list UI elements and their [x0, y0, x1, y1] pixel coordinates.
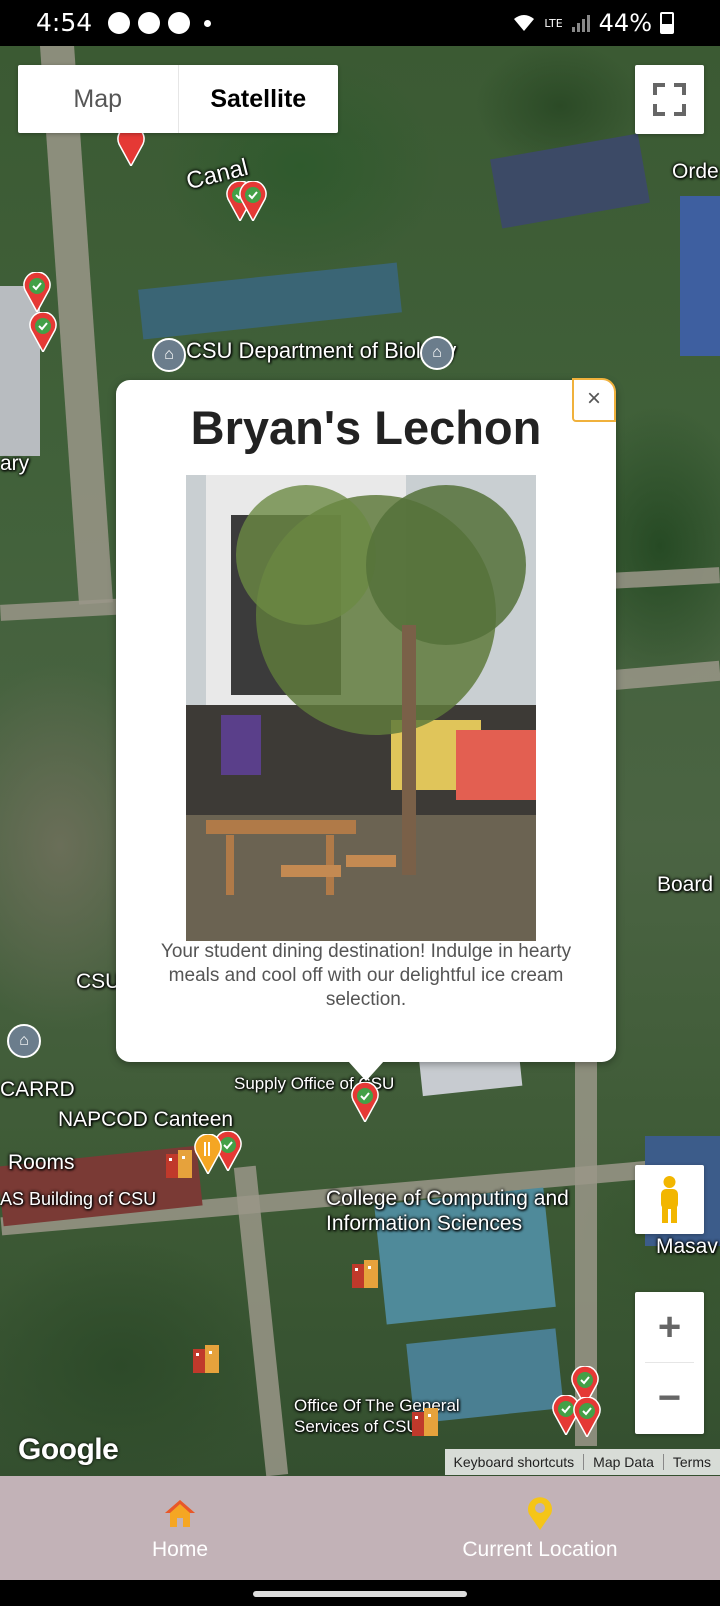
- map-label-carrd: CARRD: [0, 1078, 75, 1101]
- battery-percent: 44%: [598, 9, 652, 37]
- wifi-icon: [514, 15, 535, 31]
- map-type-control: Map Satellite: [18, 65, 338, 133]
- home-icon: [165, 1500, 195, 1527]
- nav-current-location-label: Current Location: [462, 1538, 618, 1561]
- map-building: [490, 133, 650, 229]
- zoom-in-button[interactable]: +: [635, 1292, 704, 1362]
- zoom-out-button[interactable]: −: [635, 1363, 704, 1433]
- status-right: LTE 44%: [512, 9, 674, 37]
- map-label-library: ary: [0, 452, 30, 475]
- building-icon[interactable]: [408, 1404, 442, 1438]
- map-pin-icon[interactable]: [572, 1397, 602, 1437]
- map-label-csu-biology: CSU Department of Biology: [186, 338, 457, 363]
- satellite-view-button[interactable]: Satellite: [179, 65, 339, 133]
- school-poi-icon[interactable]: ⌂: [420, 336, 454, 370]
- zoom-control: + −: [635, 1292, 704, 1434]
- map-label-gso: Office Of The General Services of CSU: [294, 1396, 460, 1436]
- building-icon[interactable]: [189, 1341, 223, 1375]
- home-gesture-handle[interactable]: [253, 1591, 467, 1597]
- map-label-order: Orde: [672, 160, 719, 183]
- map-label-ccis: College of Computing and Information Sci…: [326, 1187, 569, 1235]
- place-photo: [186, 475, 536, 941]
- notification-icon: [168, 12, 190, 34]
- street-view-button[interactable]: [635, 1165, 704, 1234]
- map-pin-icon[interactable]: [28, 312, 58, 352]
- map-attribution: Keyboard shortcuts Map Data Terms: [444, 1449, 720, 1475]
- battery-icon: [660, 12, 674, 34]
- info-window-tail: [348, 1061, 384, 1081]
- building-icon[interactable]: [348, 1256, 382, 1290]
- school-poi-icon[interactable]: ⌂: [152, 338, 186, 372]
- map-label-board: Board: [657, 873, 714, 896]
- notification-icons: [108, 12, 211, 34]
- bottom-navigation: Home Current Location: [0, 1476, 720, 1580]
- more-notifications-icon: [204, 19, 211, 27]
- nav-home-label: Home: [151, 1538, 209, 1561]
- notification-icon: [138, 12, 160, 34]
- map-label-masav: Masav: [656, 1235, 718, 1258]
- notification-icon: [108, 12, 130, 34]
- map-pin-icon[interactable]: [350, 1082, 380, 1122]
- fullscreen-button[interactable]: [635, 65, 704, 134]
- museum-poi-icon[interactable]: ⌂: [7, 1024, 41, 1058]
- google-logo: Google: [18, 1433, 119, 1466]
- map-view-button[interactable]: Map: [18, 65, 179, 133]
- place-photo-image: [186, 475, 536, 941]
- map-building: [680, 196, 720, 356]
- map-label-cas-building: AS Building of CSU: [0, 1189, 157, 1209]
- building-icon[interactable]: [162, 1146, 196, 1180]
- map-building: [138, 262, 402, 340]
- status-bar: 4:54 LTE 44%: [0, 0, 720, 46]
- pegman-icon: [661, 1176, 678, 1223]
- map-road: [599, 660, 720, 692]
- keyboard-shortcuts-link[interactable]: Keyboard shortcuts: [445, 1454, 584, 1470]
- place-title: Bryan's Lechon: [190, 401, 542, 454]
- signal-icon: [571, 15, 590, 32]
- restaurant-pin-icon[interactable]: [193, 1134, 223, 1174]
- map-pin-icon[interactable]: [22, 272, 52, 312]
- nav-home[interactable]: Home: [0, 1476, 360, 1580]
- map-pin-icon[interactable]: [238, 181, 268, 221]
- nav-current-location[interactable]: Current Location: [360, 1476, 720, 1580]
- fullscreen-icon: [653, 83, 686, 116]
- network-type: LTE: [544, 16, 563, 30]
- map-data-link[interactable]: Map Data: [583, 1454, 663, 1470]
- map-label-rooms: Rooms: [8, 1151, 75, 1174]
- terms-link[interactable]: Terms: [662, 1454, 720, 1470]
- status-time: 4:54: [36, 8, 93, 37]
- map-label-csu: CSU: [76, 970, 121, 993]
- place-description: Your student dining destination! Indulge…: [160, 941, 572, 1010]
- location-pin-icon: [528, 1497, 552, 1530]
- map-label-napcod: NAPCOD Canteen: [58, 1108, 234, 1131]
